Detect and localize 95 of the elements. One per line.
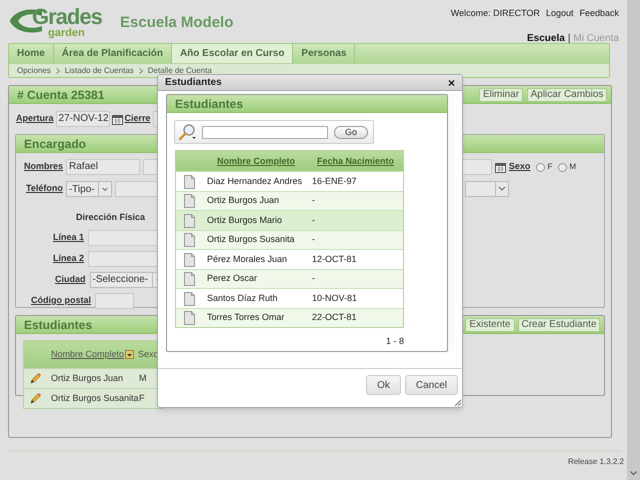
panel-title: Estudiantes [24,316,92,334]
pencil-icon[interactable] [29,372,42,385]
field-label: Línea 1 [53,230,84,244]
table-cell-text: Torres Torres Omar [207,311,286,324]
table-row[interactable]: Torres Torres Omar 22-OCT-81 [176,308,403,328]
action-button[interactable]: Existente [465,318,515,332]
table-row[interactable]: Pérez Morales Juan 12-OCT-81 [176,249,403,269]
close-button[interactable]: × [448,76,455,89]
postal-field[interactable] [95,292,134,308]
table-row[interactable]: Santos Díaz Ruth 10-NOV-81 [176,288,403,308]
table-cell-text: Pérez Morales Juan [207,252,288,266]
table-cell-text: M [139,372,146,385]
field-label: Sexo [508,160,530,174]
breadcrumb-link[interactable]: Listado de Cuentas [64,64,134,76]
header-link[interactable]: Logout [546,7,574,20]
table-cell-text: - [312,194,315,208]
document-icon [184,214,195,228]
pagination-text: 1 - 8 [386,335,404,348]
welcome-text: Welcome: DIRECTOR [450,7,540,20]
release-text: Release 1.3.2.2 [568,456,624,468]
column-header[interactable]: Fecha Nacimiento [317,154,394,168]
chevron-icon [138,68,143,74]
table-cell-text: Perez Oscar [207,272,258,286]
action-button[interactable]: Crear Estudiante [518,318,600,332]
dialog-title: Estudiantes [165,76,222,90]
table-cell-text: Ortiz Burgos Mario [207,214,284,227]
document-icon [184,292,195,306]
field-label: Nombres [24,160,64,174]
search-field[interactable] [202,126,328,139]
panel-title: Encargado [24,136,86,152]
dialog-button[interactable]: Cancel [404,375,458,396]
pencil-icon[interactable] [29,392,42,405]
date-field[interactable] [462,159,492,175]
field-label: Teléfono [26,182,63,196]
column-header[interactable]: Nombre Completo [51,348,124,362]
document-icon [184,252,195,267]
calendar-icon[interactable] [494,162,506,172]
table-cell-text: 12-OCT-81 [312,252,357,266]
column-header[interactable]: Nombre Completo [217,154,317,168]
breadcrumb-link[interactable]: Opciones [17,64,51,76]
table-cell-text: Ortiz Burgos Juan [51,372,124,385]
field-label: Línea 2 [53,252,84,265]
table-cell-text: F [139,392,144,405]
radio-button[interactable] [536,162,546,172]
radio-label: F [547,161,552,173]
scrollbar[interactable] [627,0,640,480]
field-label: Apertura [16,112,54,126]
panel-title: # Cuenta 25381 [17,86,104,104]
field-label: Código postal [31,294,91,307]
table-cell-text: Ortiz Burgos Susanita [207,233,296,246]
header-link[interactable]: Feedback [579,7,619,20]
document-icon [184,272,195,286]
radio-label: M [569,161,576,173]
document-icon [184,311,195,326]
dialog-button[interactable]: Ok [366,375,401,396]
table-cell-text: - [312,272,315,286]
calendar-icon[interactable] [112,114,123,124]
section-title: Dirección Física [76,211,146,224]
context-link[interactable]: Escuela [527,30,565,46]
table-cell-text: Ortiz Burgos Susanita [51,392,139,405]
resize-grip-icon[interactable] [454,399,461,406]
sort-icon[interactable] [125,350,134,359]
go-button[interactable]: Go [334,126,368,139]
document-icon [184,194,195,208]
nav-tab[interactable]: Año Escolar en Curso [172,44,294,63]
table-cell-text: 22-OCT-81 [312,311,357,324]
table-cell-text: 10-NOV-81 [312,292,358,305]
breadcrumb-link[interactable]: Detalle de Cuenta [148,64,212,76]
table-row[interactable]: Ortiz Burgos Susanita - [176,230,403,250]
table-row[interactable]: Ortiz Burgos Juan - [176,190,403,210]
chevron-icon [56,68,60,74]
radio-button[interactable] [558,162,568,172]
separator-text: | [568,32,570,46]
document-icon [184,233,195,248]
date-field[interactable]: 27-NOV-12 [56,111,110,127]
table-cell-text: - [312,214,315,227]
phone-type-select[interactable]: -Tipo- [66,181,112,197]
field-label: Cierre [124,112,151,126]
name-field[interactable]: Rafael [66,159,140,175]
document-icon [184,174,195,189]
table-row[interactable]: Perez Oscar - [176,268,403,288]
action-button[interactable]: Aplicar Cambios [527,88,607,102]
scroll-down-icon[interactable] [630,471,637,476]
table-cell-text: 16-ENE-97 [312,174,357,188]
school-name: Escuela Modelo [120,12,234,33]
table-row[interactable]: Ortiz Burgos Mario - [176,210,403,230]
table-cell-text: - [312,233,315,246]
table-row[interactable]: Diaz Hernandez Andres 16-ENE-97 [176,171,403,191]
field-label: Ciudad [55,272,86,286]
search-icon[interactable] [178,123,198,142]
action-button[interactable]: Eliminar [479,88,523,102]
panel-title: Estudiantes [175,96,244,113]
table-cell-text: Ortiz Burgos Juan [207,194,280,208]
table-cell-text: Santos Díaz Ruth [207,292,279,305]
table-cell-text: Diaz Hernandez Andres [207,174,304,188]
